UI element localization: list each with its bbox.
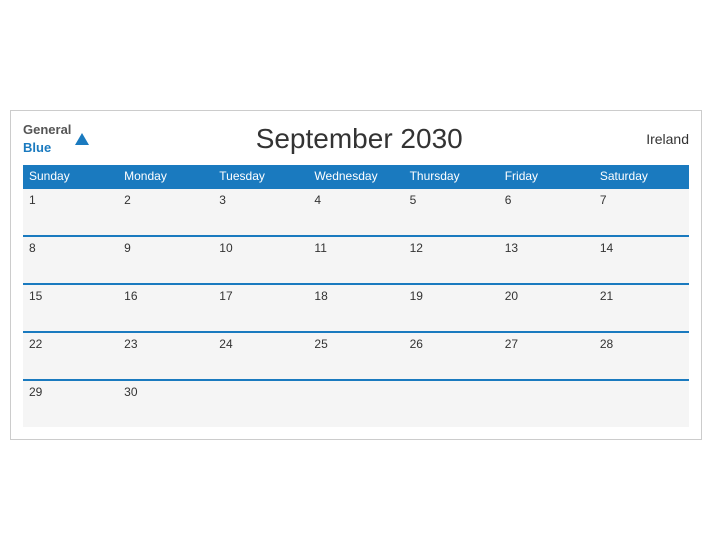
calendar-day: 20	[499, 284, 594, 332]
header-wednesday: Wednesday	[308, 165, 403, 188]
calendar-day: 8	[23, 236, 118, 284]
calendar-day: 29	[23, 380, 118, 427]
logo-general: General	[23, 122, 71, 137]
calendar-day: 13	[499, 236, 594, 284]
header-sunday: Sunday	[23, 165, 118, 188]
calendar-day: 4	[308, 188, 403, 236]
calendar-day: 1	[23, 188, 118, 236]
calendar-body: 1234567891011121314151617181920212223242…	[23, 188, 689, 427]
calendar-day: 3	[213, 188, 308, 236]
calendar-header: General Blue September 2030 Ireland	[23, 121, 689, 157]
calendar-week-row: 891011121314	[23, 236, 689, 284]
calendar-title: September 2030	[89, 123, 629, 155]
calendar-day: 21	[594, 284, 689, 332]
calendar-day: 30	[118, 380, 213, 427]
header-friday: Friday	[499, 165, 594, 188]
calendar: General Blue September 2030 Ireland Sund…	[10, 110, 702, 440]
calendar-day: 18	[308, 284, 403, 332]
calendar-day	[499, 380, 594, 427]
calendar-day: 17	[213, 284, 308, 332]
calendar-week-row: 2930	[23, 380, 689, 427]
calendar-day: 25	[308, 332, 403, 380]
header-monday: Monday	[118, 165, 213, 188]
calendar-day: 11	[308, 236, 403, 284]
calendar-day: 24	[213, 332, 308, 380]
calendar-week-row: 1234567	[23, 188, 689, 236]
calendar-day: 28	[594, 332, 689, 380]
calendar-day: 2	[118, 188, 213, 236]
calendar-day: 14	[594, 236, 689, 284]
calendar-day: 5	[404, 188, 499, 236]
calendar-day: 12	[404, 236, 499, 284]
calendar-day: 9	[118, 236, 213, 284]
logo-text: General Blue	[23, 121, 71, 157]
header-tuesday: Tuesday	[213, 165, 308, 188]
calendar-day	[404, 380, 499, 427]
weekday-header-row: Sunday Monday Tuesday Wednesday Thursday…	[23, 165, 689, 188]
calendar-day: 6	[499, 188, 594, 236]
calendar-week-row: 22232425262728	[23, 332, 689, 380]
calendar-day: 10	[213, 236, 308, 284]
calendar-day: 19	[404, 284, 499, 332]
header-thursday: Thursday	[404, 165, 499, 188]
calendar-day: 16	[118, 284, 213, 332]
calendar-day	[308, 380, 403, 427]
calendar-day: 22	[23, 332, 118, 380]
header-saturday: Saturday	[594, 165, 689, 188]
calendar-day: 15	[23, 284, 118, 332]
calendar-table: Sunday Monday Tuesday Wednesday Thursday…	[23, 165, 689, 427]
calendar-day: 27	[499, 332, 594, 380]
logo: General Blue	[23, 121, 89, 157]
calendar-day	[213, 380, 308, 427]
logo-blue: Blue	[23, 140, 51, 155]
country-label: Ireland	[629, 131, 689, 147]
calendar-day	[594, 380, 689, 427]
calendar-week-row: 15161718192021	[23, 284, 689, 332]
logo-triangle-icon	[75, 133, 89, 145]
calendar-day: 26	[404, 332, 499, 380]
calendar-day: 23	[118, 332, 213, 380]
calendar-day: 7	[594, 188, 689, 236]
